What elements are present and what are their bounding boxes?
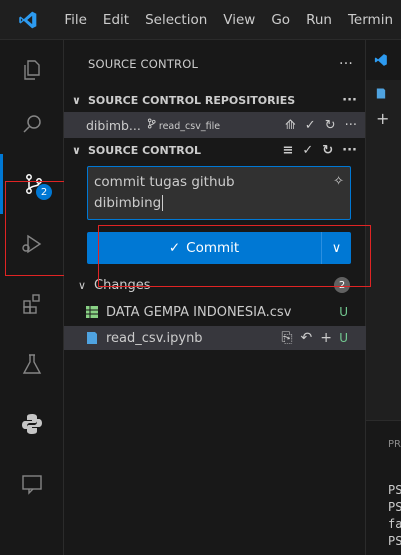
text-cursor xyxy=(162,195,164,211)
repositories-section-header[interactable]: ∨ SOURCE CONTROL REPOSITORIES ··· xyxy=(64,88,365,112)
repository-name: dibimb... xyxy=(86,117,141,133)
file-name: DATA GEMPA INDONESIA.csv xyxy=(106,304,292,320)
testing-icon[interactable] xyxy=(0,334,64,394)
changed-file-row[interactable]: read_csv.ipynb ⎘ ↶ + U xyxy=(64,326,366,350)
chevron-down-icon: ∨ xyxy=(78,278,87,292)
menu-go[interactable]: Go xyxy=(263,12,298,28)
menu-edit[interactable]: Edit xyxy=(95,12,137,28)
branch-name: read_csv_file xyxy=(158,121,221,132)
commit-check-icon[interactable]: ✓ xyxy=(302,143,313,158)
menu-terminal[interactable]: Termin xyxy=(340,12,401,28)
commit-message-line1: commit tugas github xyxy=(94,174,235,190)
remote-explorer-icon[interactable] xyxy=(0,454,64,514)
sparkle-icon[interactable]: ✧ xyxy=(333,171,344,192)
repositories-header-label: SOURCE CONTROL REPOSITORIES xyxy=(88,93,296,107)
chevron-down-icon: ∨ xyxy=(72,143,81,157)
menu-bar: File Edit Selection View Go Run Termin xyxy=(56,0,401,40)
terminal-line: PS xyxy=(388,534,401,548)
commit-message-input[interactable]: commit tugas github dibimbing ✧ xyxy=(87,166,351,220)
more-actions-icon[interactable]: ··· xyxy=(345,118,357,133)
editor-tab-bar xyxy=(366,40,401,80)
source-control-sidebar: SOURCE CONTROL ··· ∨ SOURCE CONTROL REPO… xyxy=(64,40,366,555)
repository-row[interactable]: dibimb... read_csv_file ⟰ ✓ ↻ ··· xyxy=(64,112,365,138)
file-status-badge: U xyxy=(339,331,348,345)
changed-file-row[interactable]: DATA GEMPA INDONESIA.csv U xyxy=(64,300,366,324)
open-file-icon[interactable]: ⎘ xyxy=(281,330,292,346)
search-icon[interactable] xyxy=(0,94,64,154)
explorer-icon[interactable] xyxy=(0,40,64,100)
source-control-header-label: SOURCE CONTROL xyxy=(88,143,202,157)
terminal-line: PS xyxy=(388,483,401,497)
extensions-icon[interactable] xyxy=(0,274,64,334)
vscode-tab-icon[interactable] xyxy=(374,53,388,67)
more-actions-icon[interactable]: ··· xyxy=(342,93,357,108)
commit-check-icon[interactable]: ✓ xyxy=(305,118,316,133)
view-as-list-icon[interactable]: ≡ xyxy=(282,143,293,158)
file-name: read_csv.ipynb xyxy=(106,330,203,346)
python-icon[interactable] xyxy=(0,394,64,454)
commit-message-line2: dibimbing xyxy=(94,195,162,211)
notebook-file-icon xyxy=(87,332,97,344)
terminal-line: PS xyxy=(388,500,401,514)
stage-changes-icon[interactable]: + xyxy=(320,330,332,346)
chevron-down-icon: ∨ xyxy=(72,93,81,107)
menu-file[interactable]: File xyxy=(56,12,95,28)
branch-icon xyxy=(147,118,156,129)
publish-branch-icon[interactable]: ⟰ xyxy=(285,118,296,133)
refresh-icon[interactable]: ↻ xyxy=(322,143,333,158)
more-actions-icon[interactable]: ··· xyxy=(342,143,357,158)
add-cell-icon[interactable]: + xyxy=(366,106,401,130)
menu-run[interactable]: Run xyxy=(298,12,340,28)
notebook-breadcrumb-icon[interactable] xyxy=(366,80,401,106)
activity-bar: 2 xyxy=(0,40,83,555)
panel-tab-problems[interactable]: PR xyxy=(388,439,401,450)
more-actions-icon[interactable]: ··· xyxy=(339,56,353,72)
vscode-logo-icon xyxy=(0,0,56,40)
annotation-box-commit xyxy=(98,225,371,287)
editor-area: + PR PS PS fa PS xyxy=(366,40,401,555)
sidebar-title-text: SOURCE CONTROL xyxy=(88,57,199,71)
csv-file-icon xyxy=(86,306,98,318)
refresh-icon[interactable]: ↻ xyxy=(325,118,336,133)
menu-view[interactable]: View xyxy=(215,12,263,28)
title-bar: File Edit Selection View Go Run Termin xyxy=(0,0,401,40)
source-control-section-header[interactable]: ∨ SOURCE CONTROL ≡ ✓ ↻ ··· xyxy=(64,138,365,162)
sidebar-title: SOURCE CONTROL ··· xyxy=(64,40,365,88)
discard-changes-icon[interactable]: ↶ xyxy=(301,330,313,346)
terminal-panel: PR PS PS fa PS xyxy=(366,420,401,555)
terminal-line: fa xyxy=(388,517,401,531)
file-status-badge: U xyxy=(339,305,348,319)
branch-indicator[interactable]: read_csv_file xyxy=(147,118,220,132)
menu-selection[interactable]: Selection xyxy=(137,12,215,28)
